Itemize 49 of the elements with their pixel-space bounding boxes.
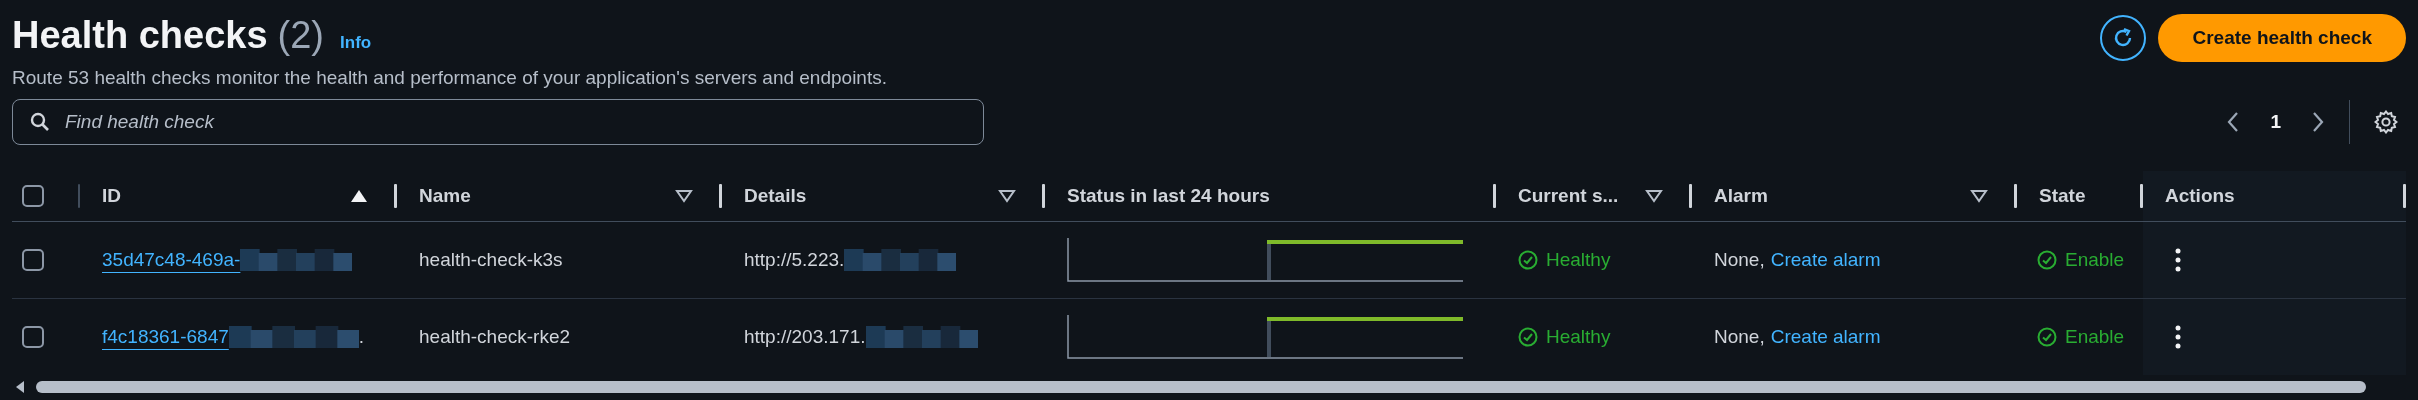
health-check-name: health-check-rke2 (419, 326, 571, 348)
create-alarm-link[interactable]: Create alarm (1770, 326, 1881, 348)
page-description: Route 53 health checks monitor the health and performance of your application's servers and endpoints. (12, 67, 887, 89)
endpoint-url: http://203.171. (744, 326, 866, 348)
truncation-mark: . (358, 326, 365, 348)
create-health-check-button[interactable]: Create health check (2158, 14, 2406, 62)
row-checkbox[interactable] (22, 326, 44, 348)
search-icon (30, 112, 50, 132)
column-header[interactable]: State (2039, 185, 2086, 207)
page-number[interactable]: 1 (2264, 109, 2287, 135)
column-header[interactable]: Name (419, 185, 471, 207)
column-header[interactable]: ID (102, 185, 121, 207)
health-check-id-link[interactable]: 35d47c48-469a- (102, 249, 241, 271)
sort-icon[interactable] (998, 189, 1016, 203)
state-label: Enable (2065, 326, 2125, 348)
create-alarm-link[interactable]: Create alarm (1770, 249, 1881, 271)
more-actions-icon (2175, 325, 2181, 349)
settings-icon[interactable] (2374, 110, 2398, 134)
sort-icon[interactable] (675, 189, 693, 203)
previous-page-icon[interactable] (2226, 111, 2241, 133)
alarm-text: None, (1714, 326, 1765, 348)
sort-icon[interactable] (1970, 189, 1988, 203)
alarm-text: None, (1714, 249, 1765, 271)
sort-icon[interactable] (1645, 189, 1663, 203)
status-label: Healthy (1546, 326, 1611, 348)
check-circle-icon (2037, 250, 2057, 270)
state-label: Enable (2065, 249, 2125, 271)
sort-ascending-icon[interactable] (350, 189, 368, 203)
column-header[interactable]: Status in last 24 hours (1067, 185, 1270, 207)
info-link[interactable]: Info (340, 33, 372, 53)
column-header[interactable]: Alarm (1714, 185, 1768, 207)
column-header[interactable]: Current s... (1518, 185, 1619, 207)
status-label: Healthy (1546, 249, 1611, 271)
check-circle-icon (1518, 327, 1538, 347)
column-header[interactable]: Actions (2165, 185, 2235, 207)
select-all-checkbox[interactable] (22, 185, 44, 207)
health-check-id-link[interactable]: f4c18361-6847 (102, 326, 229, 348)
next-page-icon[interactable] (2311, 111, 2325, 133)
page-title: Health checks (12, 14, 268, 57)
search-field[interactable]: Find health check (12, 99, 984, 145)
item-count: (2) (277, 14, 325, 57)
health-check-name: health-check-k3s (419, 249, 563, 271)
check-circle-icon (2037, 327, 2057, 347)
column-header[interactable]: Details (744, 185, 807, 207)
more-actions-icon (2175, 248, 2181, 272)
row-checkbox[interactable] (22, 249, 44, 271)
check-circle-icon (1518, 250, 1538, 270)
endpoint-url: http://5.223. (744, 249, 845, 271)
refresh-button[interactable] (2100, 15, 2147, 61)
